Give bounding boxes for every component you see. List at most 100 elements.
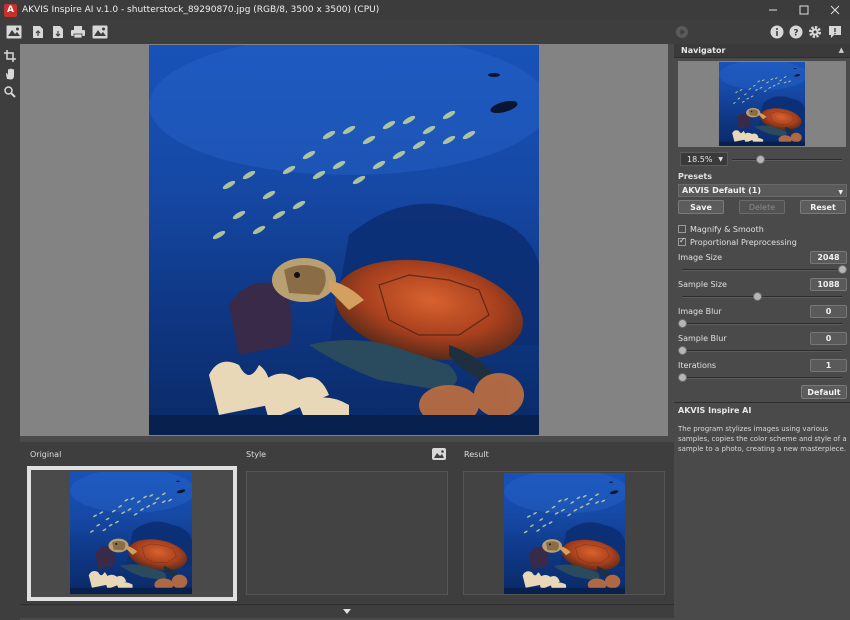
zoom-icon (4, 86, 16, 98)
title-bar: A AKVIS Inspire AI v.1.0 - shutterstock_… (0, 0, 850, 20)
param-label: Image Size (678, 253, 723, 262)
bottom-panel-toggle[interactable] (20, 604, 674, 618)
settings-icon (809, 26, 821, 38)
zoom-tool[interactable] (2, 84, 18, 100)
info-icon (770, 25, 784, 39)
delete-preset-button[interactable]: Delete (739, 200, 785, 214)
param-slider-thumb[interactable] (678, 346, 687, 355)
dropdown-arrow-icon: ▼ (718, 156, 723, 163)
print-button[interactable] (70, 24, 86, 40)
param-label: Image Blur (678, 307, 722, 316)
main-image[interactable] (149, 45, 539, 435)
preset-selected: AKVIS Default (1) (682, 186, 761, 195)
proportional-option[interactable]: Proportional Preprocessing (678, 236, 797, 247)
window-controls (757, 0, 850, 20)
result-photo (504, 473, 625, 594)
run-button[interactable] (674, 24, 690, 40)
settings-panel: Navigator ▲ 18.5% ▼ Presets AKVIS Defaul… (674, 44, 850, 620)
info-button[interactable] (769, 24, 785, 40)
zoom-select[interactable]: 18.5% ▼ (680, 152, 728, 166)
image-icon (434, 450, 444, 458)
style-label: Style (246, 450, 267, 459)
print-icon (71, 26, 85, 39)
crop-tool[interactable] (2, 48, 18, 64)
param-value-field[interactable]: 1088 (810, 278, 847, 291)
preset-dropdown[interactable]: AKVIS Default (1) ▼ (678, 184, 847, 197)
hand-tool[interactable] (2, 66, 18, 82)
navigator-preview[interactable] (678, 61, 846, 147)
param-value-field[interactable]: 0 (810, 332, 847, 345)
minimize-icon (768, 9, 777, 11)
share-image-icon (92, 25, 108, 39)
hand-icon (6, 68, 14, 80)
param-slider-track[interactable] (682, 350, 842, 352)
thumbnails-panel: Original Style Result (20, 442, 674, 606)
top-toolbar: ? (0, 20, 850, 44)
image-canvas[interactable] (20, 44, 668, 436)
param-slider-track[interactable] (682, 323, 842, 325)
param-slider-thumb[interactable] (678, 373, 687, 382)
collapse-icon[interactable]: ▲ (839, 46, 844, 54)
settings-button[interactable] (807, 24, 823, 40)
app-logo-icon: A (4, 3, 17, 17)
save-file-icon (53, 26, 63, 38)
info-text: The program stylizes images using variou… (678, 425, 847, 453)
result-thumb-image (504, 473, 625, 594)
navigator-thumb (719, 62, 805, 146)
original-thumb-image (70, 472, 192, 594)
window-title: AKVIS Inspire AI v.1.0 - shutterstock_89… (22, 5, 380, 15)
magnify-smooth-checkbox[interactable] (678, 225, 686, 233)
help-icon: ? (789, 25, 803, 39)
tools-panel (0, 44, 20, 620)
param-slider-track[interactable] (682, 269, 842, 271)
style-thumbnail[interactable] (246, 471, 448, 595)
original-thumbnail[interactable] (27, 466, 237, 601)
zoom-value: 18.5% (687, 154, 713, 164)
result-thumbnail[interactable] (463, 471, 665, 595)
proportional-label: Proportional Preprocessing (690, 237, 797, 247)
navigator-photo (719, 62, 805, 146)
proportional-checkbox[interactable] (678, 236, 686, 246)
default-button[interactable]: Default (801, 385, 847, 399)
svg-text:?: ? (793, 29, 798, 39)
info-title: AKVIS Inspire AI (678, 406, 752, 415)
open-file-button[interactable] (30, 24, 46, 40)
before-after-button[interactable] (6, 24, 22, 40)
share-image-button[interactable] (92, 24, 108, 40)
load-style-button[interactable] (432, 448, 446, 460)
zoom-slider-track[interactable] (732, 159, 842, 161)
param-label: Sample Blur (678, 334, 727, 343)
help-button[interactable]: ? (788, 24, 804, 40)
before-after-icon (6, 25, 22, 39)
save-preset-button[interactable]: Save (678, 200, 724, 214)
notification-icon (829, 26, 841, 38)
presets-label: Presets (678, 172, 713, 181)
param-slider-thumb[interactable] (678, 319, 687, 328)
original-label: Original (30, 450, 62, 459)
param-slider-track[interactable] (682, 377, 842, 379)
crop-icon (4, 50, 16, 62)
dropdown-arrow-icon: ▼ (838, 189, 843, 196)
save-file-button[interactable] (50, 24, 66, 40)
original-photo (70, 472, 192, 594)
navigator-header[interactable]: Navigator ▲ (674, 44, 850, 58)
param-value-field[interactable]: 1 (810, 359, 847, 372)
param-value-field[interactable]: 2048 (810, 251, 847, 264)
result-label: Result (464, 450, 489, 459)
run-icon (676, 26, 688, 38)
param-slider-thumb[interactable] (753, 292, 763, 301)
maximize-icon (799, 5, 808, 15)
close-icon (830, 5, 839, 15)
close-button[interactable] (819, 0, 850, 20)
chevron-down-icon (343, 609, 351, 614)
magnify-smooth-label: Magnify & Smooth (690, 224, 764, 234)
param-value-field[interactable]: 0 (810, 305, 847, 318)
turtle-photo (149, 45, 539, 435)
param-slider-thumb[interactable] (838, 265, 847, 274)
zoom-slider-thumb[interactable] (755, 155, 765, 164)
magnify-smooth-option[interactable]: Magnify & Smooth (678, 224, 764, 234)
reset-preset-button[interactable]: Reset (800, 200, 846, 214)
maximize-button[interactable] (788, 0, 819, 20)
notification-button[interactable] (827, 24, 843, 40)
minimize-button[interactable] (757, 0, 788, 20)
